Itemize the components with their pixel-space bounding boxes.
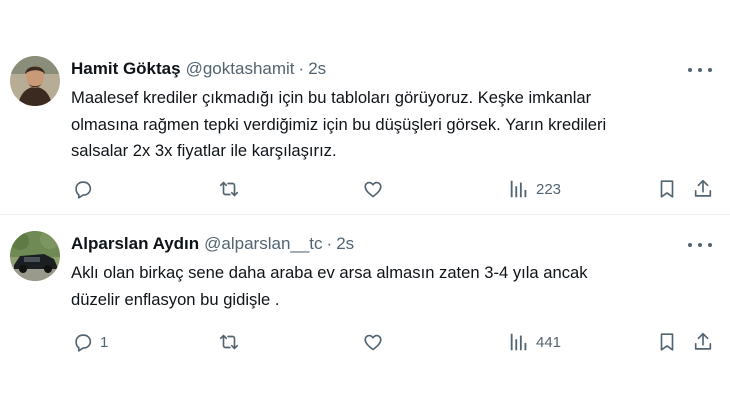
- tweet-text-line: düzelir enflasyon bu gidişle .: [71, 289, 280, 309]
- views-count: 441: [536, 333, 562, 351]
- bookmark-button[interactable]: [656, 176, 678, 202]
- reply-button[interactable]: [72, 176, 100, 202]
- bookmark-button[interactable]: [656, 329, 678, 355]
- tweet-header: Hamit Göktaş @goktashamit · 2s: [71, 58, 326, 80]
- retweet-button[interactable]: [218, 329, 246, 355]
- user-handle[interactable]: @goktashamit: [186, 59, 295, 79]
- tweet-actions: 1 441: [0, 329, 730, 355]
- retweet-button[interactable]: [218, 176, 246, 202]
- display-name[interactable]: Hamit Göktaş: [71, 59, 181, 79]
- tweet-text: Aklı olan birkaç sene daha araba ev arsa…: [71, 260, 711, 313]
- share-icon: [692, 331, 714, 353]
- like-button[interactable]: [362, 329, 390, 355]
- tweet-header: Alparslan Aydın @alparslan__tc · 2s: [71, 233, 354, 255]
- bookmark-icon: [656, 178, 678, 200]
- more-icon[interactable]: [688, 62, 712, 78]
- timestamp[interactable]: 2s: [336, 234, 354, 254]
- user-handle[interactable]: @alparslan__tc: [204, 234, 322, 254]
- views-icon: [508, 331, 530, 353]
- views-count: 223: [536, 180, 562, 198]
- reply-icon: [72, 331, 94, 353]
- heart-icon: [362, 178, 384, 200]
- separator-dot: ·: [298, 59, 305, 78]
- like-button[interactable]: [362, 176, 390, 202]
- share-icon: [692, 178, 714, 200]
- views-button[interactable]: 223: [508, 176, 561, 202]
- tweet[interactable]: Alparslan Aydın @alparslan__tc · 2s Aklı…: [0, 215, 730, 420]
- reply-count: 1: [100, 333, 109, 351]
- retweet-icon: [218, 178, 240, 200]
- tweet-text: Maalesef krediler çıkmadığı için bu tabl…: [71, 85, 711, 165]
- tweet-actions: 223: [0, 176, 730, 202]
- display-name[interactable]: Alparslan Aydın: [71, 234, 199, 254]
- tweet-text-line: salsalar 2x 3x fiyatlar ile karşılaşırız…: [71, 141, 337, 160]
- share-button[interactable]: [692, 329, 714, 355]
- timestamp[interactable]: 2s: [308, 59, 326, 79]
- share-button[interactable]: [692, 176, 714, 202]
- reply-button[interactable]: 1: [72, 329, 108, 355]
- heart-icon: [362, 331, 384, 353]
- tweet[interactable]: Hamit Göktaş @goktashamit · 2s Maalesef …: [0, 42, 730, 214]
- tweet-text-line: Maalesef krediler çıkmadığı için bu tabl…: [71, 88, 592, 107]
- views-icon: [508, 178, 530, 200]
- retweet-icon: [218, 331, 240, 353]
- tweet-feed: Hamit Göktaş @goktashamit · 2s Maalesef …: [0, 0, 730, 420]
- avatar[interactable]: [10, 56, 60, 106]
- views-button[interactable]: 441: [508, 329, 561, 355]
- reply-icon: [72, 178, 94, 200]
- tweet-text-line: Aklı olan birkaç sene daha araba ev arsa…: [71, 263, 588, 282]
- bookmark-icon: [656, 331, 678, 353]
- tweet-text-line: olmasına rağmen tepki verdiğimiz için bu…: [71, 114, 607, 134]
- separator-dot: ·: [326, 234, 333, 253]
- more-icon[interactable]: [688, 237, 712, 253]
- avatar[interactable]: [10, 231, 60, 281]
